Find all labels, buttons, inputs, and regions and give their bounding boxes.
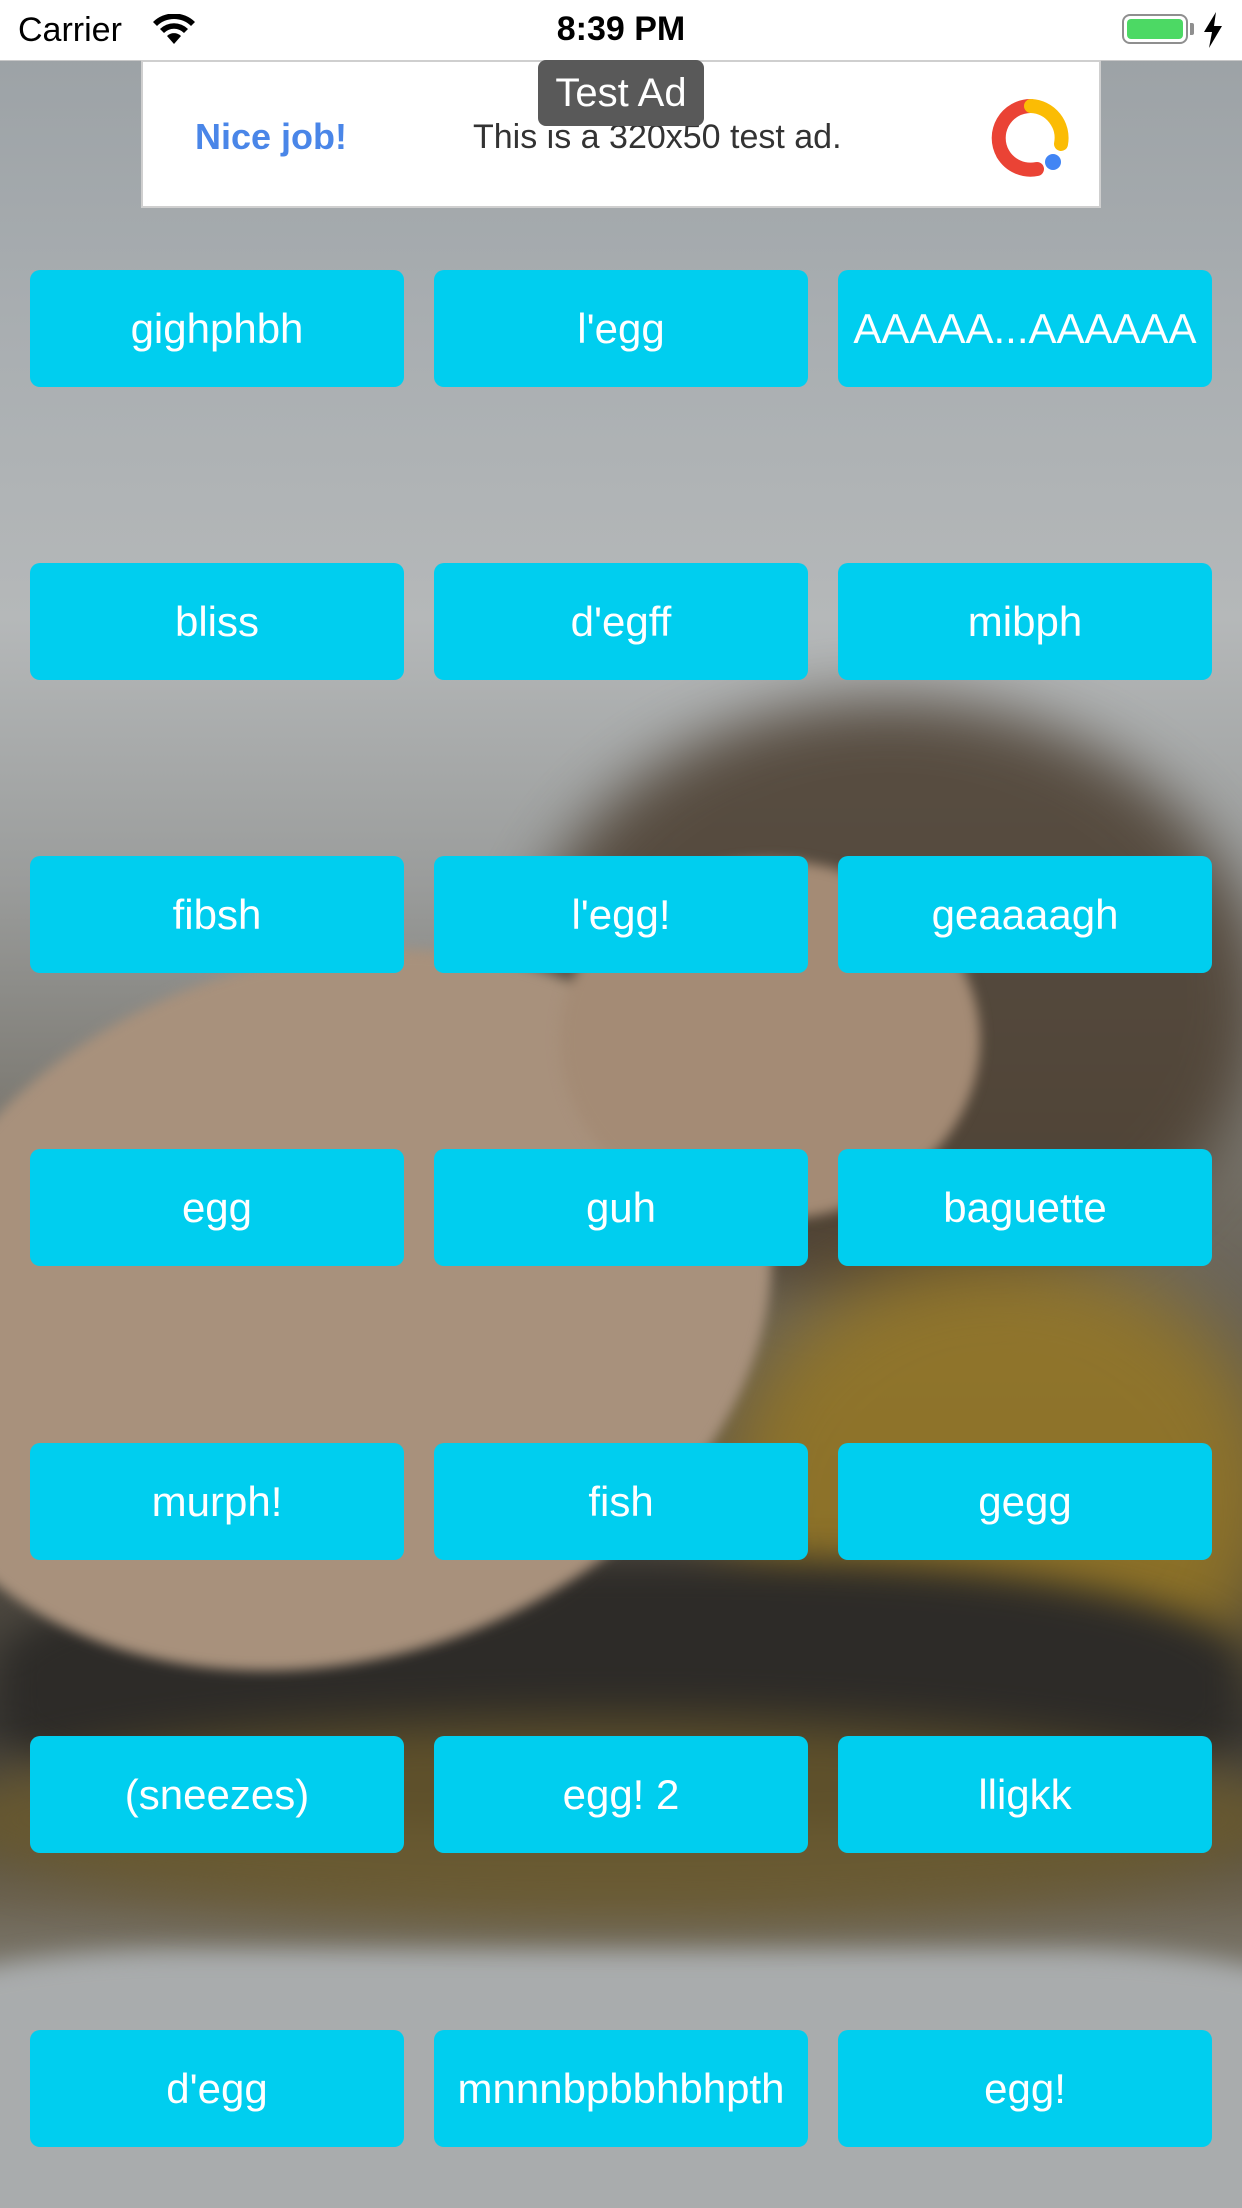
battery-nub (1190, 23, 1194, 35)
sound-button[interactable]: egg! 2 (434, 1736, 808, 1853)
sound-button[interactable]: d'egff (434, 563, 808, 680)
sound-button[interactable]: bliss (30, 563, 404, 680)
sound-button[interactable]: egg! (838, 2030, 1212, 2147)
charging-bolt-icon (1204, 12, 1222, 48)
test-ad-label: Test Ad (538, 60, 704, 126)
sound-button[interactable]: gighphbh (30, 270, 404, 387)
battery-icon (1122, 14, 1188, 44)
sound-button[interactable]: mibph (838, 563, 1212, 680)
sound-button[interactable]: egg (30, 1149, 404, 1266)
sound-button[interactable]: d'egg (30, 2030, 404, 2147)
sound-button[interactable]: lligkk (838, 1736, 1212, 1853)
sound-button[interactable]: murph! (30, 1443, 404, 1560)
sound-button[interactable]: mnnnbpbbhbhpth (434, 2030, 808, 2147)
sound-button[interactable]: baguette (838, 1149, 1212, 1266)
google-ads-logo-icon (991, 98, 1069, 177)
sound-button[interactable]: l'egg (434, 270, 808, 387)
sound-button[interactable]: fibsh (30, 856, 404, 973)
sound-button[interactable]: AAAAA...AAAAAA (838, 270, 1212, 387)
sound-button[interactable]: guh (434, 1149, 808, 1266)
status-bar: Carrier 8:39 PM (0, 0, 1242, 61)
sound-button[interactable]: geaaaagh (838, 856, 1212, 973)
sound-button[interactable]: (sneezes) (30, 1736, 404, 1853)
sound-button[interactable]: gegg (838, 1443, 1212, 1560)
sound-button[interactable]: fish (434, 1443, 808, 1560)
ad-cta[interactable]: Nice job! (195, 116, 347, 158)
sound-button[interactable]: l'egg! (434, 856, 808, 973)
clock: 8:39 PM (556, 10, 686, 48)
